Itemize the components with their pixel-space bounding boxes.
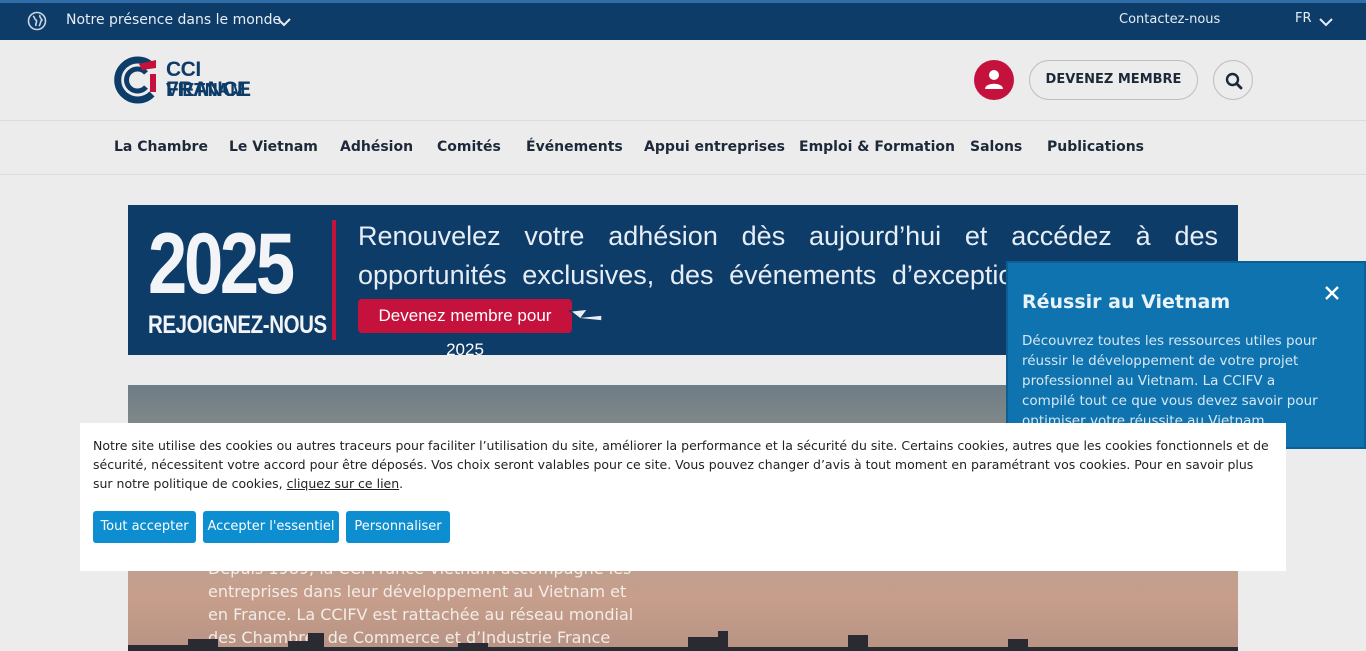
contact-link[interactable]: Contactez-nous [1119, 12, 1220, 27]
nav-item-appui-entreprises[interactable]: Appui entreprises [644, 139, 785, 155]
search-button[interactable] [1213, 60, 1253, 100]
language-selector[interactable]: FR [1295, 11, 1312, 26]
nav-item-evenements[interactable]: Événements [526, 139, 623, 155]
close-icon[interactable] [1320, 281, 1344, 305]
nav-item-publications[interactable]: Publications [1047, 139, 1144, 155]
chevron-down-icon[interactable] [1319, 15, 1333, 27]
panel-body: Découvrez toutes les ressources utiles p… [1022, 333, 1318, 429]
top-bar: Notre présence dans le monde Contactez-n… [0, 0, 1366, 40]
logo-mark-icon [112, 56, 160, 104]
main-navigation: La Chambre Le Vietnam Adhésion Comités É… [0, 121, 1366, 175]
panel-title: Réussir au Vietnam [1022, 291, 1231, 313]
skyline-image [128, 631, 1238, 651]
accept-essential-button[interactable]: Accepter l'essentiel [203, 511, 339, 543]
nav-item-adhesion[interactable]: Adhésion [340, 139, 413, 155]
banner-divider [332, 220, 336, 340]
accept-all-button[interactable]: Tout accepter [93, 511, 196, 543]
nav-item-le-vietnam[interactable]: Le Vietnam [229, 139, 318, 155]
cci-logo[interactable]: CCI FRANCE VIETNAM [112, 56, 282, 106]
globe-icon [27, 11, 47, 31]
reussir-vietnam-panel: Réussir au Vietnam Découvrez toutes les … [1006, 261, 1366, 449]
become-member-button[interactable]: DEVENEZ MEMBRE [1029, 60, 1198, 100]
banner-year: 2025 [148, 216, 295, 312]
presence-dropdown-label[interactable]: Notre présence dans le monde [66, 12, 281, 28]
site-header: CCI FRANCE VIETNAM DEVENEZ MEMBRE [0, 40, 1366, 121]
cookie-message-text: Notre site utilise des cookies ou autres… [93, 438, 1269, 491]
account-button[interactable] [974, 60, 1014, 100]
nav-item-emploi-formation[interactable]: Emploi & Formation [799, 139, 955, 155]
logo-text-line2: VIETNAM [166, 80, 245, 100]
chevron-down-icon[interactable] [277, 15, 291, 27]
search-icon [1225, 72, 1243, 90]
cursor-arrow-icon [568, 305, 604, 335]
customize-button[interactable]: Personnaliser [346, 511, 450, 543]
banner-join-text: REJOIGNEZ-NOUS [148, 311, 327, 339]
cookie-policy-link[interactable]: cliquez sur ce lien [287, 476, 400, 491]
nav-item-comites[interactable]: Comités [437, 139, 501, 155]
banner-cta-button[interactable]: Devenez membre pour 2025 [358, 299, 572, 355]
cookie-message: Notre site utilise des cookies ou autres… [93, 438, 1269, 491]
nav-item-la-chambre[interactable]: La Chambre [114, 139, 208, 155]
cookie-consent-dialog: Notre site utilise des cookies ou autres… [80, 423, 1286, 571]
user-icon [985, 70, 1003, 89]
nav-item-salons[interactable]: Salons [970, 139, 1022, 155]
